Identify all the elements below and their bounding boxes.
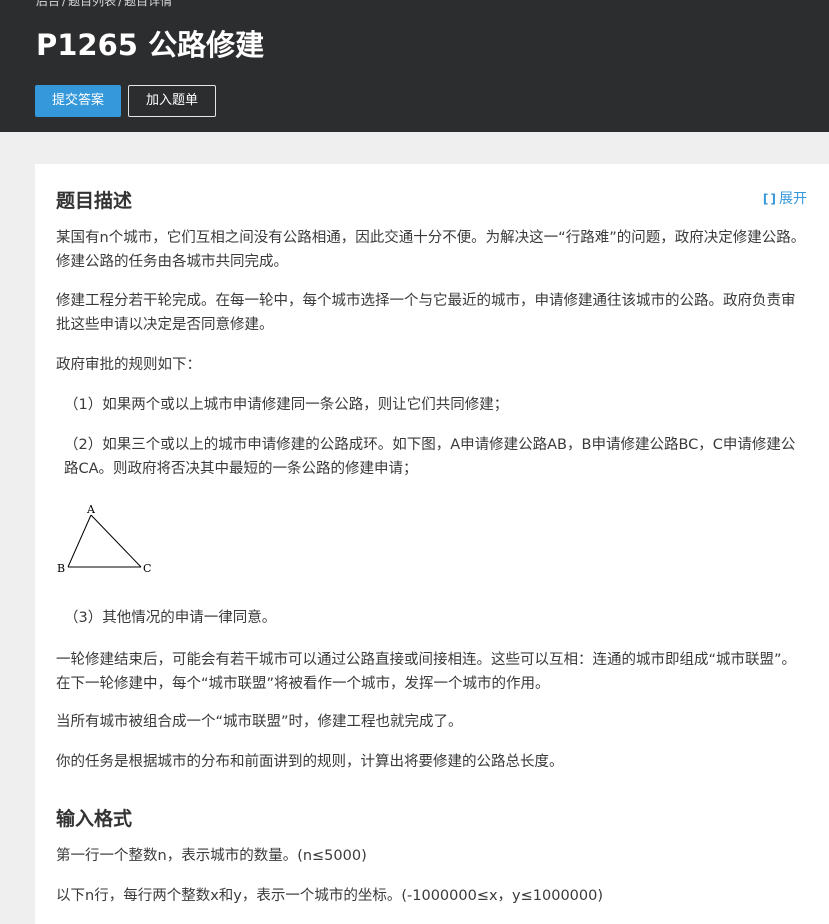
- expand-label: 展开: [779, 191, 807, 207]
- add-to-list-button[interactable]: 加入题单: [128, 85, 216, 117]
- problem-card: 题目描述 [ ] 展开 某国有n个城市，它们互相之间没有公路相通，因此交通十分不便…: [35, 164, 829, 924]
- rule-item: （2）如果三个或以上的城市申请修建的公路成环。如下图，A申请修建公路AB，B申请…: [64, 437, 796, 477]
- breadcrumb-separator: /: [62, 0, 67, 8]
- page-title: P1265 公路修建: [36, 28, 265, 62]
- edge-ac: [90, 514, 142, 568]
- submit-answer-button[interactable]: 提交答案: [35, 85, 121, 117]
- page-header: 后台 / 题目列表 / 题目详情 P1265 公路修建 提交答案 加入题单: [0, 0, 829, 132]
- triangle-diagram: A B C: [57, 503, 151, 575]
- breadcrumb-current: 题目详情: [124, 0, 173, 8]
- input-paragraph: 第一行一个整数n，表示城市的数量。(n≤5000): [56, 848, 367, 864]
- input-paragraph: 以下n行，每行两个整数x和y，表示一个城市的坐标。(-1000000≤x，y≤1…: [56, 888, 604, 904]
- description-paragraph: 政府审批的规则如下：: [56, 357, 201, 373]
- edge-ab: [67, 514, 92, 568]
- vertex-label-b: B: [57, 562, 65, 575]
- breadcrumb-home[interactable]: 后台: [36, 0, 60, 8]
- expand-button[interactable]: [ ] 展开: [763, 188, 807, 208]
- rule-item: （1）如果两个或以上城市申请修建同一条公路，则让它们共同修建；: [64, 397, 509, 413]
- expand-icon: [ ]: [762, 192, 776, 206]
- breadcrumb: 后台 / 题目列表 / 题目详情: [36, 0, 174, 9]
- breadcrumb-separator: /: [118, 0, 123, 8]
- description-paragraph: 修建工程分若干轮完成。在每一轮中，每个城市选择一个与它最近的城市，申请修建通往该…: [56, 293, 796, 333]
- vertex-label-c: C: [143, 562, 151, 575]
- description-paragraph: 某国有n个城市，它们互相之间没有公路相通，因此交通十分不便。为解决这一“行路难”…: [56, 230, 806, 270]
- description-paragraph: 一轮修建结束后，可能会有若干城市可以通过公路直接或间接相连。这些可以互相：连通的…: [56, 652, 797, 692]
- description-heading: 题目描述: [56, 190, 133, 212]
- breadcrumb-problem-list[interactable]: 题目列表: [68, 0, 116, 8]
- description-paragraph: 你的任务是根据城市的分布和前面讲到的规则，计算出将要修建的公路总长度。: [56, 754, 564, 770]
- vertex-label-a: A: [86, 503, 96, 516]
- rule-item: （3）其他情况的申请一律同意。: [64, 610, 277, 626]
- description-paragraph: 当所有城市被组合成一个“城市联盟”时，修建工程也就完成了。: [56, 714, 463, 730]
- input-format-heading: 输入格式: [56, 808, 133, 830]
